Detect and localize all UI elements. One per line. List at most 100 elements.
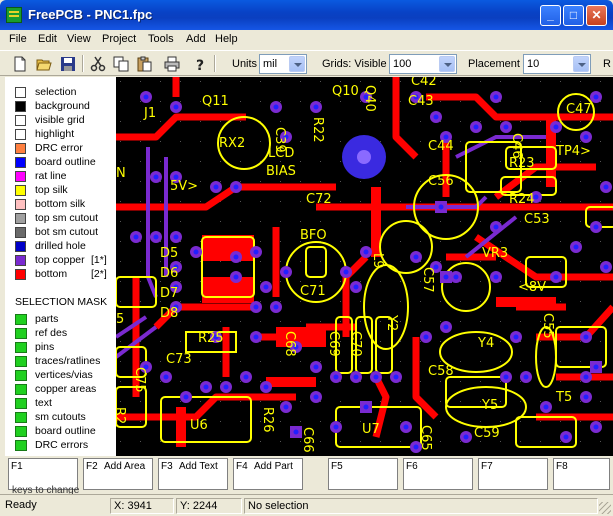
layer-color-swatch[interactable] — [15, 101, 26, 112]
selection-mask-row[interactable]: vertices/vias — [5, 369, 116, 383]
layer-row[interactable]: top copper [1*] — [5, 254, 116, 268]
layer-color-swatch[interactable] — [15, 171, 26, 182]
paste-button[interactable] — [134, 54, 154, 73]
layer-color-swatch[interactable] — [15, 269, 26, 280]
fkey-8-button[interactable]: F8 — [553, 458, 610, 490]
menu-help[interactable]: Help — [215, 33, 238, 45]
layer-row[interactable]: bottom silk — [5, 198, 116, 212]
grid-dot — [360, 281, 361, 282]
layer-color-swatch[interactable] — [15, 255, 26, 266]
selection-mask-row[interactable]: parts — [5, 313, 116, 327]
layer-row[interactable]: board outline — [5, 156, 116, 170]
grid-dot — [340, 161, 341, 162]
save-button[interactable] — [58, 54, 78, 73]
layer-row[interactable]: drilled hole — [5, 240, 116, 254]
mask-toggle[interactable] — [15, 356, 27, 367]
selection-mask-row[interactable]: sm cutouts — [5, 411, 116, 425]
fkey-7-button[interactable]: F7 — [478, 458, 548, 490]
resize-grip-icon[interactable] — [599, 502, 611, 514]
menu-add[interactable]: Add — [186, 33, 206, 45]
copy-button[interactable] — [111, 54, 131, 73]
silk-label: C59 — [474, 426, 500, 441]
layer-color-swatch[interactable] — [15, 199, 26, 210]
selection-mask-row[interactable]: DRC errors — [5, 439, 116, 453]
print-button[interactable] — [162, 54, 182, 73]
layer-row[interactable]: top sm cutout — [5, 212, 116, 226]
help-button[interactable]: ? — [190, 54, 210, 73]
fkey-6-button[interactable]: F6 — [403, 458, 473, 490]
grid-dot — [540, 81, 541, 82]
grid-dot — [140, 121, 141, 122]
layer-color-swatch[interactable] — [15, 213, 26, 224]
layer-color-swatch[interactable] — [15, 157, 26, 168]
via-hole — [233, 274, 239, 280]
layer-row[interactable]: background — [5, 100, 116, 114]
mask-toggle[interactable] — [15, 398, 27, 409]
layer-label: drilled hole — [35, 240, 86, 252]
chevron-down-icon[interactable] — [439, 56, 455, 72]
grid-dot — [260, 81, 261, 82]
mask-toggle[interactable] — [15, 328, 27, 339]
fkey-5-button[interactable]: F5 — [328, 458, 398, 490]
grid-dot — [180, 261, 181, 262]
mask-toggle[interactable] — [15, 342, 27, 353]
menu-view[interactable]: View — [67, 33, 91, 45]
chevron-down-icon[interactable] — [573, 56, 589, 72]
selection-mask-row[interactable]: copper areas — [5, 383, 116, 397]
menu-project[interactable]: Project — [102, 33, 136, 45]
layer-color-swatch[interactable] — [15, 227, 26, 238]
layer-color-swatch[interactable] — [15, 185, 26, 196]
grid-dot — [440, 301, 441, 302]
selection-mask-row[interactable]: ref des — [5, 327, 116, 341]
mask-toggle[interactable] — [15, 440, 27, 451]
placement-grid-select[interactable]: 10 — [523, 54, 591, 74]
cut-button[interactable] — [88, 54, 108, 73]
layer-color-swatch[interactable] — [15, 87, 26, 98]
units-select[interactable]: mil — [259, 54, 307, 74]
menu-file[interactable]: File — [9, 33, 27, 45]
layer-row[interactable]: bottom [2*] — [5, 268, 116, 282]
layer-color-swatch[interactable] — [15, 129, 26, 140]
maximize-button[interactable]: □ — [563, 5, 584, 26]
fkey-2-button[interactable]: F2 Add Area — [83, 458, 153, 490]
layer-row[interactable]: highlight — [5, 128, 116, 142]
close-button[interactable]: ✕ — [586, 5, 607, 26]
chevron-down-icon[interactable] — [289, 56, 305, 72]
grid-dot — [420, 381, 421, 382]
layer-row[interactable]: rat line — [5, 170, 116, 184]
selection-mask-row[interactable]: traces/ratlines — [5, 355, 116, 369]
layer-row[interactable]: DRC error — [5, 142, 116, 156]
layer-row[interactable]: top silk — [5, 184, 116, 198]
minimize-button[interactable]: _ — [540, 5, 561, 26]
layer-row[interactable]: visible grid — [5, 114, 116, 128]
visible-grid-select[interactable]: 100 — [389, 54, 457, 74]
menu-edit[interactable]: Edit — [38, 33, 57, 45]
title-bar[interactable]: FreePCB - PNC1.fpc _ □ ✕ — [0, 0, 613, 30]
grid-dot — [380, 181, 381, 182]
selection-mask-row[interactable]: pins — [5, 341, 116, 355]
mask-toggle[interactable] — [15, 426, 27, 437]
grid-dot — [180, 301, 181, 302]
mask-toggle[interactable] — [15, 370, 27, 381]
layer-row[interactable]: bot sm cutout — [5, 226, 116, 240]
new-file-button[interactable] — [10, 54, 30, 73]
open-file-button[interactable] — [34, 54, 54, 73]
mask-toggle[interactable] — [15, 412, 27, 423]
selection-mask-row[interactable]: text — [5, 397, 116, 411]
mask-toggle[interactable] — [15, 384, 27, 395]
pcb-canvas[interactable]: Q11 R22 Q10 Q40 C42 C43 C47 J1 RX2 C39 LCD BIAS C44 C… — [116, 77, 613, 457]
menu-tools[interactable]: Tools — [148, 33, 174, 45]
layer-color-swatch[interactable] — [15, 115, 26, 126]
grid-dot — [440, 321, 441, 322]
mask-toggle[interactable] — [15, 314, 27, 325]
pcb-drawing[interactable]: Q11R22Q10 Q40C42C43C47J1RX2 C39LCDBIASC44 C… — [116, 77, 613, 457]
layer-color-swatch[interactable] — [15, 241, 26, 252]
via-hole — [593, 364, 599, 370]
fkey-3-button[interactable]: F3 Add Text — [158, 458, 228, 490]
selection-mask-row[interactable]: board outline — [5, 425, 116, 439]
fkey-4-button[interactable]: F4 Add Part — [233, 458, 303, 490]
layer-row[interactable]: selection — [5, 86, 116, 100]
grid-dot — [200, 241, 201, 242]
grid-dot — [200, 261, 201, 262]
layer-color-swatch[interactable] — [15, 143, 26, 154]
